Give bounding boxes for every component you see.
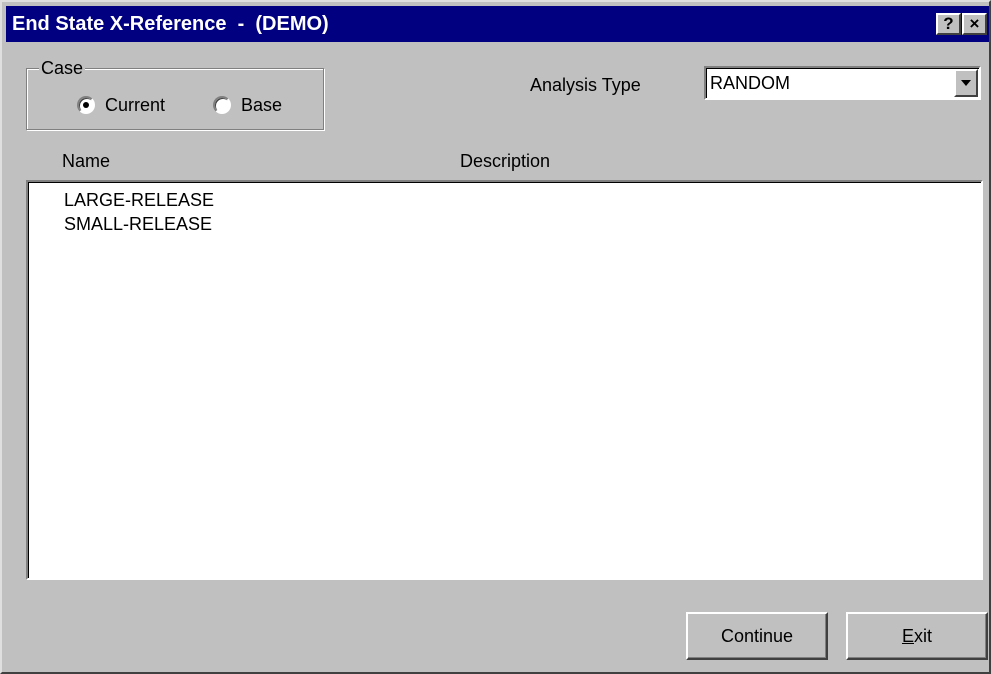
end-state-list[interactable]: LARGE-RELEASE SMALL-RELEASE [26, 180, 983, 580]
analysis-type-value[interactable]: RANDOM [710, 68, 790, 98]
list-item[interactable]: SMALL-RELEASE [64, 212, 214, 236]
analysis-type-select[interactable]: RANDOM [704, 66, 981, 100]
radio-base-label: Base [241, 94, 283, 115]
dialog-window: End State X-Reference - (DEMO) ? × Case … [0, 0, 991, 674]
exit-button[interactable]: Exit [846, 612, 988, 660]
chevron-down-icon [961, 80, 971, 86]
exit-button-label: xit [914, 626, 932, 646]
case-group-box: Case Current Base [26, 57, 324, 130]
continue-button-label: Continue [720, 626, 794, 646]
close-button[interactable]: × [962, 13, 987, 35]
radio-dot-icon [83, 102, 89, 108]
radio-current[interactable]: Current [77, 93, 165, 117]
column-header-description: Description [460, 151, 551, 171]
exit-mnemonic: E [901, 626, 914, 646]
radio-base[interactable]: Base [213, 93, 282, 117]
close-icon: × [969, 14, 980, 33]
case-group-label: Case [39, 57, 86, 79]
help-button[interactable]: ? [936, 13, 961, 35]
analysis-type-label: Analysis Type [530, 75, 641, 95]
radio-current-label: Current [105, 94, 166, 115]
dropdown-button[interactable] [954, 69, 978, 97]
list-item[interactable]: LARGE-RELEASE [64, 188, 214, 212]
title-bar[interactable]: End State X-Reference - (DEMO) ? × [6, 6, 989, 42]
continue-button[interactable]: Continue [686, 612, 828, 660]
window-title: End State X-Reference - (DEMO) [12, 13, 329, 35]
help-icon: ? [943, 14, 954, 33]
radio-unselected-icon[interactable] [213, 96, 231, 114]
radio-selected-icon[interactable] [77, 96, 95, 114]
column-header-name: Name [62, 151, 111, 171]
